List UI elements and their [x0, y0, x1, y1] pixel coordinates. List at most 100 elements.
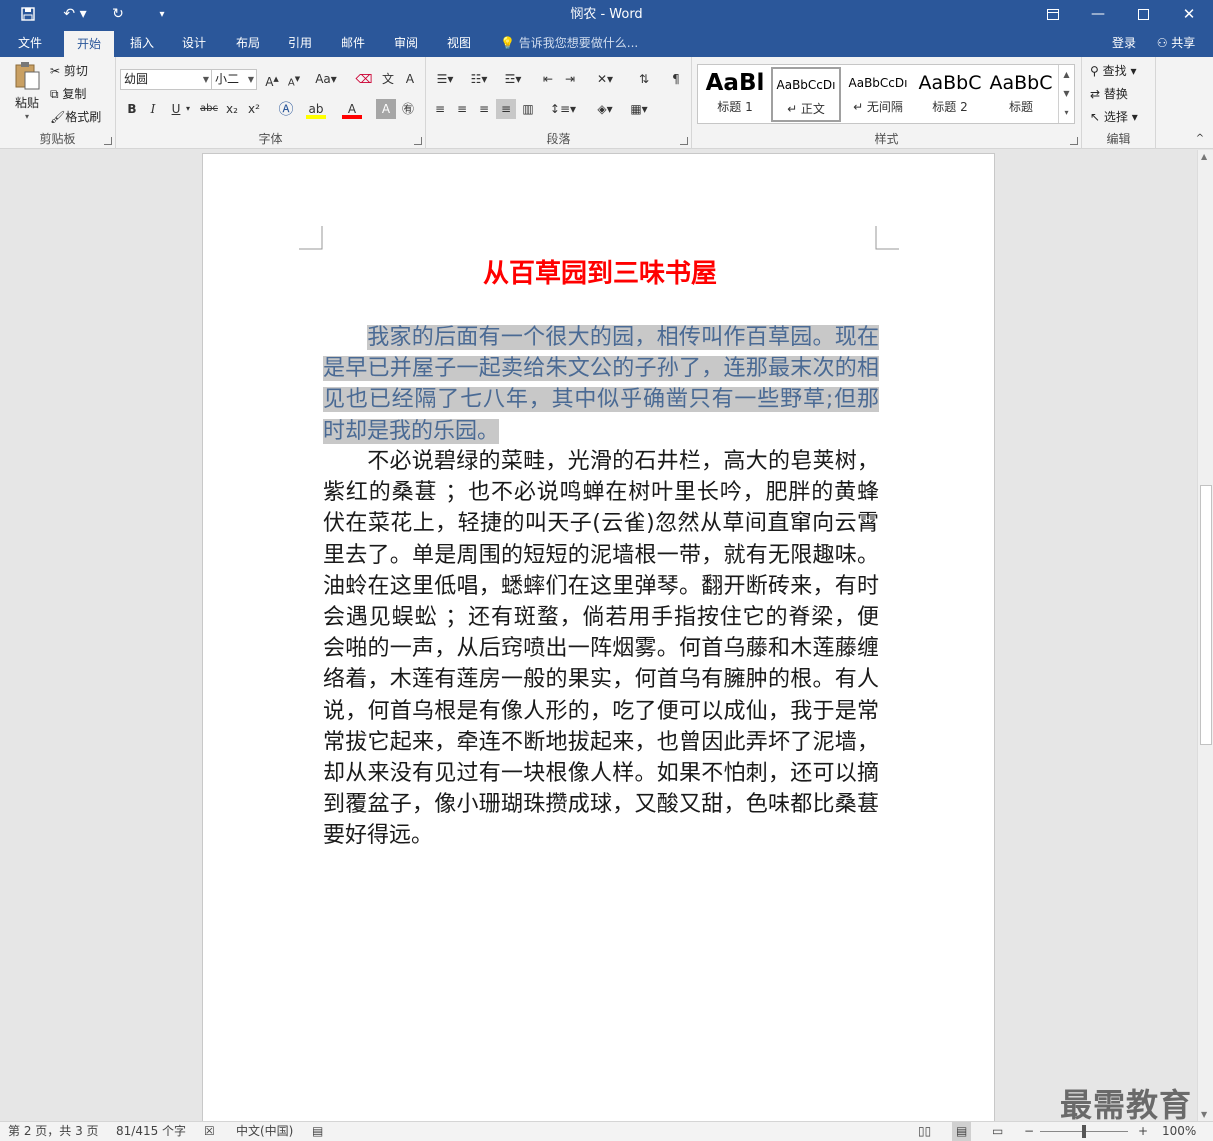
- language-indicator[interactable]: 中文(中国): [236, 1122, 293, 1141]
- word-count[interactable]: 81/415 个字: [116, 1122, 186, 1141]
- borders-icon[interactable]: ▦▾: [624, 99, 654, 119]
- proofing-icon[interactable]: ☒: [204, 1122, 215, 1141]
- style-preview: AaBbC: [989, 72, 1053, 94]
- select-button[interactable]: ↖ 选择 ▾: [1090, 108, 1138, 126]
- tab-home[interactable]: 开始: [64, 31, 114, 57]
- highlight-color-icon[interactable]: ab: [306, 99, 326, 119]
- asian-layout-icon[interactable]: ✕▾: [590, 69, 620, 89]
- font-name-combo[interactable]: 幼圆 ▼: [120, 69, 212, 90]
- clipboard-launcher-icon[interactable]: [104, 137, 112, 145]
- paste-button[interactable]: 粘贴 ▾: [8, 61, 46, 127]
- tab-review[interactable]: 审阅: [384, 29, 428, 57]
- styles-launcher-icon[interactable]: [1070, 137, 1078, 145]
- style-name: ↵ 正文: [787, 102, 825, 116]
- font-size-combo[interactable]: 小二 ▼: [211, 69, 257, 90]
- document-title[interactable]: 从百草园到三味书屋: [323, 256, 877, 292]
- body-text: 不必说碧绿的菜畦，光滑的石井栏，高大的皂荚树，紫红的桑葚 ；也不必说鸣蝉在树叶里…: [323, 449, 879, 849]
- tab-design[interactable]: 设计: [172, 29, 216, 57]
- tab-mailings[interactable]: 邮件: [331, 29, 375, 57]
- scroll-thumb[interactable]: [1200, 485, 1212, 745]
- macro-icon[interactable]: ▤: [312, 1122, 323, 1141]
- read-mode-icon[interactable]: ▯▯: [918, 1122, 931, 1141]
- increase-indent-icon[interactable]: ⇥: [560, 69, 580, 89]
- align-center-icon[interactable]: ≡: [452, 99, 472, 119]
- copy-icon: ⧉: [50, 87, 59, 101]
- paragraph-launcher-icon[interactable]: [680, 137, 688, 145]
- multilevel-list-icon[interactable]: ☲▾: [498, 69, 528, 89]
- align-left-icon[interactable]: ≡: [430, 99, 450, 119]
- cursor-icon: ↖: [1090, 110, 1101, 124]
- shading-icon[interactable]: ◈▾: [590, 99, 620, 119]
- title-bar: ↶ ▾ ↻ ▾ 悯农 - Word — ✕: [0, 0, 1213, 29]
- phonetic-guide-icon[interactable]: 文: [378, 69, 398, 89]
- maximize-icon[interactable]: [1130, 0, 1156, 29]
- font-group: 幼圆 ▼ 小二 ▼ A▲ A▼ Aa▾ ⌫ 文 Ａ B I U ▾ abc x₂ x…: [116, 57, 426, 149]
- italic-button[interactable]: I: [143, 99, 163, 119]
- minimize-icon[interactable]: —: [1085, 0, 1111, 29]
- enclose-characters-icon[interactable]: Ａ: [400, 69, 420, 89]
- underline-dropdown-icon[interactable]: ▾: [182, 99, 194, 119]
- text-effects-icon[interactable]: Ⓐ: [276, 99, 296, 119]
- tab-view[interactable]: 视图: [437, 29, 481, 57]
- web-layout-icon[interactable]: ▭: [992, 1122, 1003, 1141]
- find-button[interactable]: ⚲ 查找 ▾: [1090, 62, 1136, 80]
- sign-in-link[interactable]: 登录: [1104, 29, 1144, 57]
- character-shading-icon[interactable]: A: [376, 99, 396, 119]
- superscript-button[interactable]: x²: [244, 99, 264, 119]
- style-heading1[interactable]: AaBl 标题 1: [700, 67, 770, 122]
- style-title[interactable]: AaBbC 标题: [986, 67, 1056, 122]
- numbering-icon[interactable]: ☷▾: [464, 69, 494, 89]
- justify-icon[interactable]: ≡: [496, 99, 516, 119]
- tab-file[interactable]: 文件: [6, 29, 54, 57]
- style-no-spacing[interactable]: AaBbCcDı ↵ 无间隔: [843, 67, 913, 122]
- share-button[interactable]: ⚇ 共享: [1148, 29, 1204, 57]
- styles-scroll[interactable]: ▲ ▼ ▾: [1058, 65, 1074, 123]
- style-normal[interactable]: AaBbCcDı ↵ 正文: [771, 67, 841, 122]
- clear-formatting-icon[interactable]: ⌫: [354, 69, 374, 89]
- strikethrough-button[interactable]: abc: [196, 99, 222, 119]
- document-area: 从百草园到三味书屋 我家的后面有一个很大的园，相传叫作百草园。现在是早已并屋子一…: [0, 150, 1197, 1121]
- decrease-indent-icon[interactable]: ⇤: [538, 69, 558, 89]
- style-heading2[interactable]: AaBbC 标题 2: [915, 67, 985, 122]
- copy-button[interactable]: ⧉ 复制: [50, 85, 86, 103]
- tab-insert[interactable]: 插入: [120, 29, 164, 57]
- zoom-out-icon[interactable]: −: [1024, 1122, 1034, 1141]
- status-bar: 第 2 页，共 3 页 81/415 个字 ☒ 中文(中国) ▤ ▯▯ ▤ ▭ …: [0, 1121, 1213, 1141]
- scroll-up-icon[interactable]: ▲: [1201, 152, 1207, 161]
- font-color-icon[interactable]: A: [342, 99, 362, 119]
- paragraph-selected[interactable]: 我家的后面有一个很大的园，相传叫作百草园。现在是早已并屋子一起卖给朱文公的子孙了…: [323, 322, 879, 447]
- bullets-icon[interactable]: ☰▾: [430, 69, 460, 89]
- align-right-icon[interactable]: ≡: [474, 99, 494, 119]
- vertical-scrollbar[interactable]: ▲ ▼: [1197, 150, 1213, 1121]
- tab-layout[interactable]: 布局: [226, 29, 270, 57]
- replace-button[interactable]: ⇄ 替换: [1090, 85, 1128, 103]
- print-layout-icon[interactable]: ▤: [952, 1122, 972, 1141]
- collapse-ribbon-icon[interactable]: ^: [1190, 129, 1210, 149]
- show-marks-icon[interactable]: ¶: [666, 69, 686, 89]
- watermark: 最需教育: [1060, 1086, 1193, 1124]
- ribbon-display-options-icon[interactable]: [1040, 0, 1066, 29]
- share-label: 共享: [1171, 36, 1196, 50]
- format-painter-button[interactable]: 🖌格式刷: [50, 108, 101, 126]
- page-count[interactable]: 第 2 页，共 3 页: [8, 1122, 99, 1141]
- paragraph-body[interactable]: 不必说碧绿的菜畦，光滑的石井栏，高大的皂荚树，紫红的桑葚 ；也不必说鸣蝉在树叶里…: [323, 446, 879, 852]
- cut-button[interactable]: ✂ 剪切: [50, 62, 88, 80]
- font-group-label: 字体: [258, 132, 283, 146]
- font-launcher-icon[interactable]: [414, 137, 422, 145]
- distributed-icon[interactable]: ▥: [518, 99, 538, 119]
- close-icon[interactable]: ✕: [1176, 0, 1202, 29]
- scroll-down-icon[interactable]: ▼: [1201, 1110, 1207, 1119]
- sort-icon[interactable]: ⇅: [634, 69, 654, 89]
- subscript-button[interactable]: x₂: [222, 99, 242, 119]
- format-painter-label: 格式刷: [65, 110, 102, 124]
- document-page[interactable]: 从百草园到三味书屋 我家的后面有一个很大的园，相传叫作百草园。现在是早已并屋子一…: [202, 153, 995, 1121]
- tab-references[interactable]: 引用: [278, 29, 322, 57]
- shrink-font-icon[interactable]: A▼: [284, 69, 304, 89]
- enclosed-character-icon[interactable]: ㊒: [398, 99, 418, 119]
- tell-me-search[interactable]: 💡 告诉我您想要做什么...: [500, 29, 638, 57]
- zoom-slider-thumb[interactable]: [1082, 1125, 1086, 1138]
- grow-font-icon[interactable]: A▲: [262, 69, 282, 89]
- line-spacing-icon[interactable]: ↕≡▾: [548, 99, 578, 119]
- change-case-button[interactable]: Aa▾: [312, 69, 340, 89]
- bold-button[interactable]: B: [122, 99, 142, 119]
